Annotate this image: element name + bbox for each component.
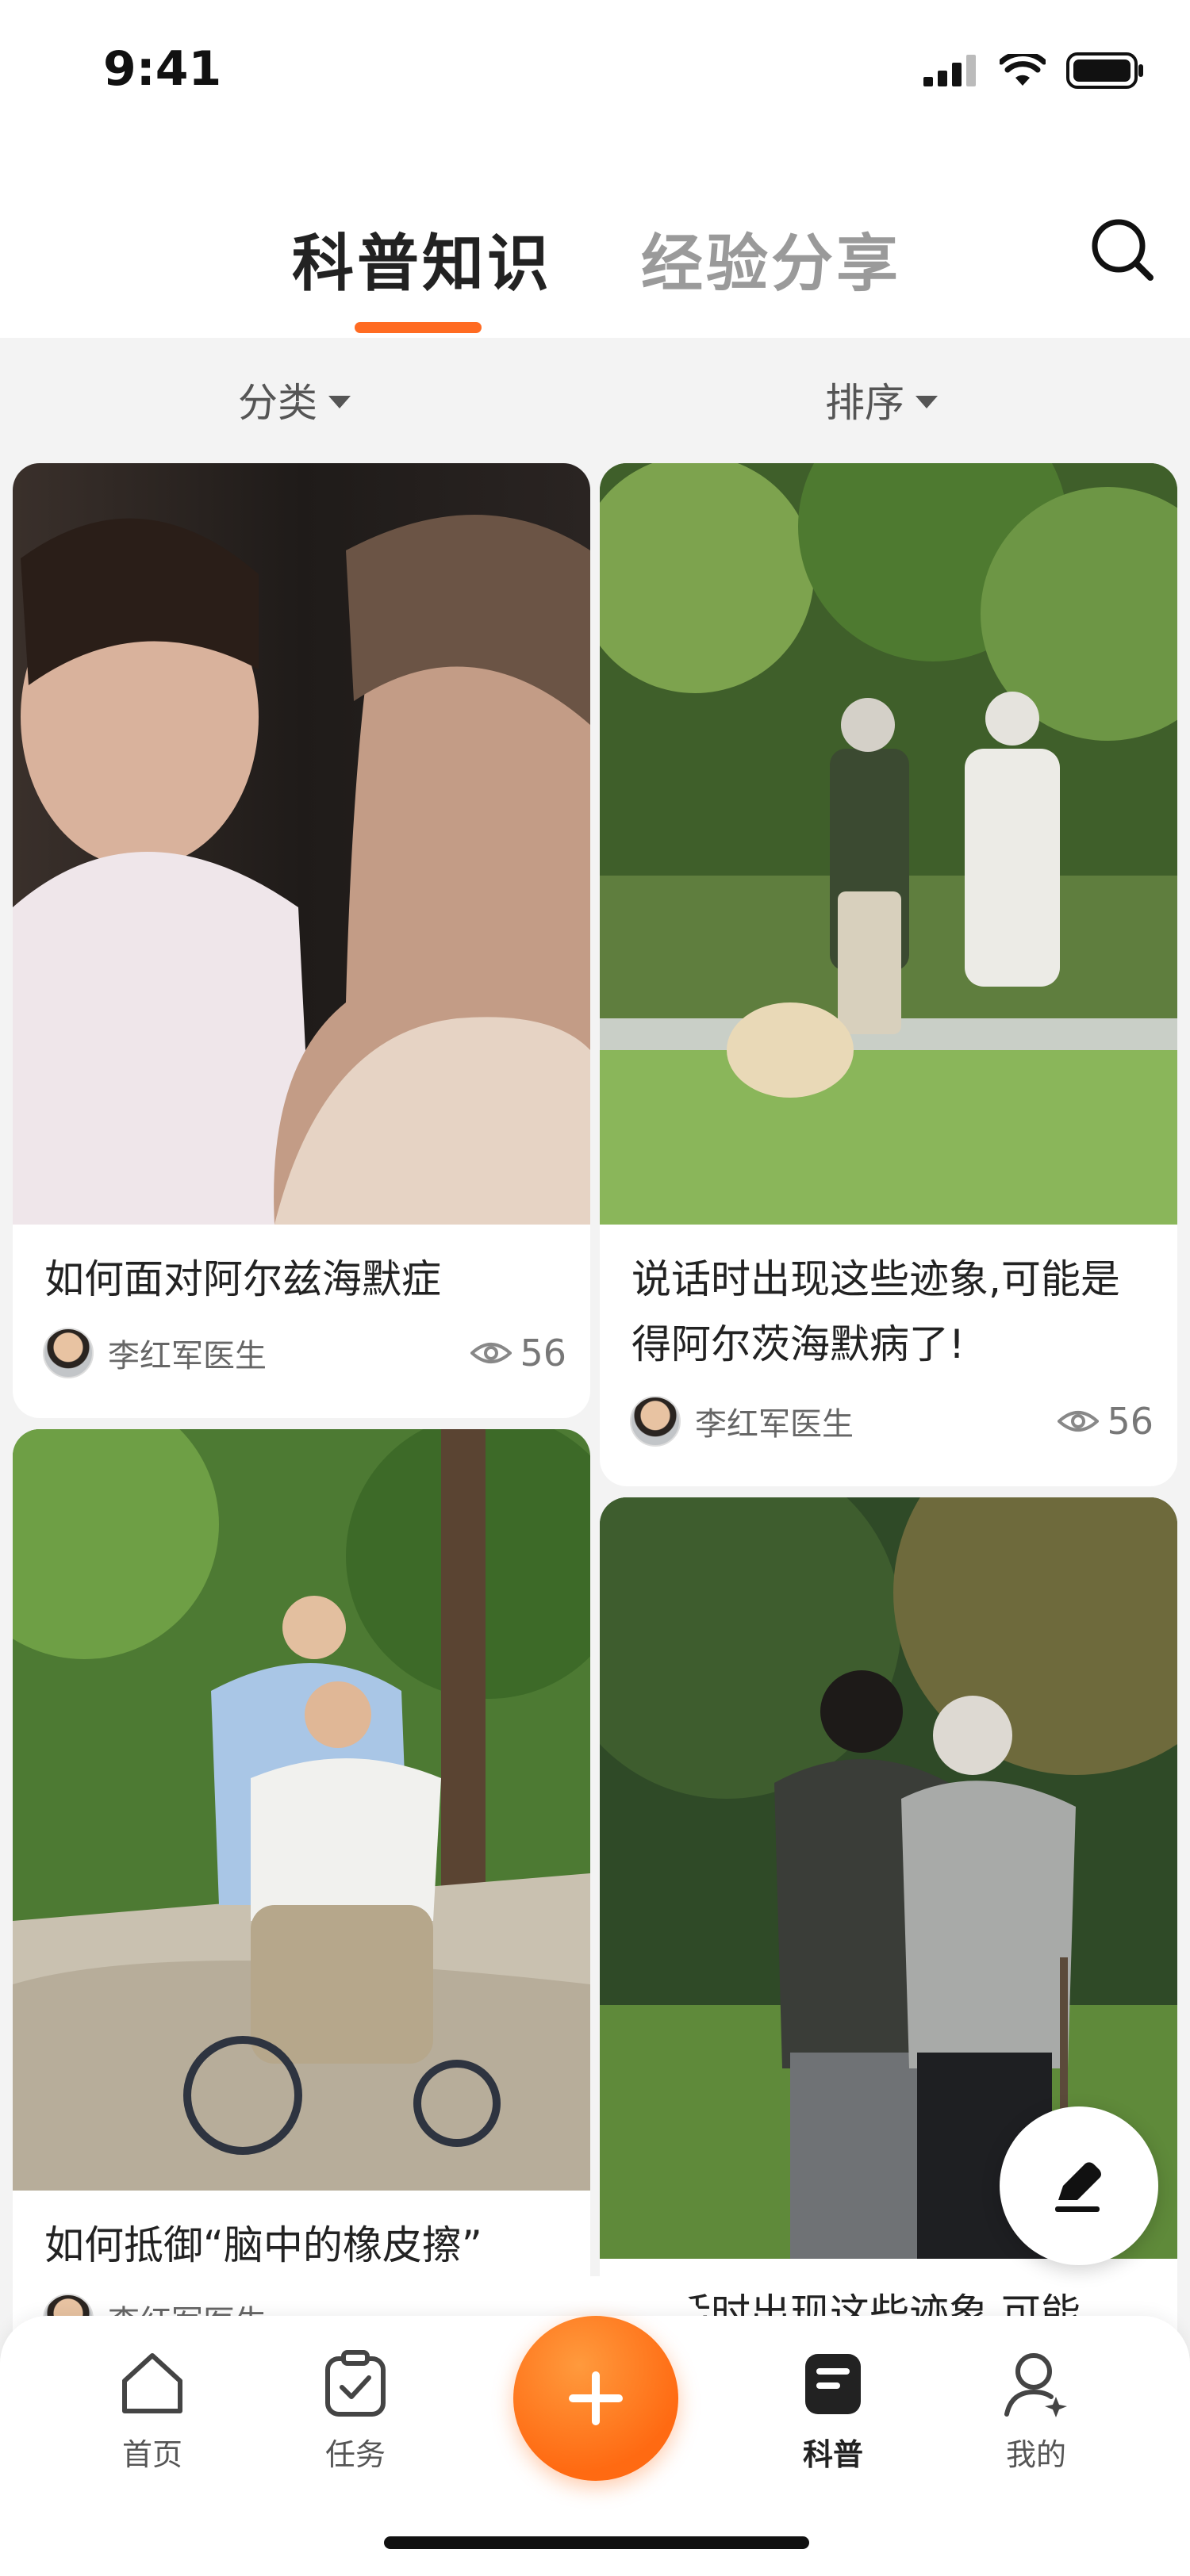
eye-icon bbox=[1058, 1411, 1100, 1432]
author-avatar bbox=[630, 1396, 681, 1447]
author-name: 李红军医生 bbox=[108, 1338, 267, 1374]
author-name: 李红军医生 bbox=[695, 1406, 854, 1443]
article-meta: 李红军医生 56 bbox=[43, 1328, 566, 1378]
top-tabs: 科普知识 经验分享 bbox=[0, 143, 1190, 338]
user-icon bbox=[1004, 2353, 1067, 2417]
view-count: 56 bbox=[1058, 1400, 1154, 1443]
article-title: 如何面对阿尔兹海默症 bbox=[44, 1256, 441, 1302]
article-image bbox=[13, 463, 590, 1225]
view-count-value: 56 bbox=[1107, 1400, 1154, 1443]
status-bar: 9:41 bbox=[0, 0, 1190, 143]
category-filter[interactable]: 分类 bbox=[238, 371, 351, 428]
nav-mine[interactable]: 我的 bbox=[973, 2348, 1100, 2474]
article-title: 如何抵御“脑中的橡皮擦” bbox=[44, 2222, 482, 2268]
tab-science-knowledge[interactable]: 科普知识 bbox=[292, 214, 552, 303]
nav-science-label: 科普 bbox=[802, 2437, 863, 2472]
nav-home-label: 首页 bbox=[121, 2437, 182, 2472]
status-icons bbox=[923, 52, 1146, 89]
nav-task-label: 任务 bbox=[324, 2437, 386, 2472]
author-avatar bbox=[43, 1328, 94, 1378]
home-icon bbox=[122, 2353, 182, 2413]
view-count: 56 bbox=[470, 1332, 566, 1374]
article-meta: 李红军医生 56 bbox=[630, 1396, 1154, 1447]
plus-icon bbox=[569, 2371, 623, 2425]
caret-down-icon bbox=[916, 396, 938, 408]
sort-filter[interactable]: 排序 bbox=[825, 371, 938, 428]
write-post-button[interactable] bbox=[1000, 2106, 1158, 2265]
article-image bbox=[600, 463, 1177, 1225]
article-card[interactable]: 如何抵御“脑中的橡皮擦” 李红军医生 bbox=[13, 1429, 590, 2381]
home-indicator bbox=[384, 2536, 809, 2549]
tab-experience-sharing[interactable]: 经验分享 bbox=[641, 214, 901, 303]
signal-icon bbox=[923, 55, 976, 86]
status-time: 9:41 bbox=[103, 41, 222, 97]
article-title: 说话时出现这些迹象,可能是得阿尔茨海默病了! bbox=[631, 1256, 1120, 1367]
eye-icon bbox=[470, 1343, 512, 1363]
nav-home[interactable]: 首页 bbox=[89, 2348, 216, 2474]
category-filter-label: 分类 bbox=[238, 380, 317, 426]
view-count-value: 56 bbox=[520, 1332, 566, 1374]
wifi-icon bbox=[1000, 54, 1046, 86]
search-icon bbox=[1092, 219, 1154, 281]
search-button[interactable] bbox=[1087, 214, 1158, 286]
nav-science[interactable]: 科普 bbox=[770, 2348, 896, 2474]
article-image bbox=[13, 1429, 590, 2191]
nav-mine-label: 我的 bbox=[1005, 2437, 1066, 2472]
article-card[interactable]: 说话时出现这些迹象,可能是得阿尔茨海默病了! 李红军医生 56 bbox=[600, 463, 1177, 1486]
task-icon bbox=[325, 2350, 386, 2417]
caret-down-icon bbox=[328, 396, 351, 408]
nav-task[interactable]: 任务 bbox=[292, 2348, 419, 2474]
add-button[interactable] bbox=[513, 2316, 678, 2481]
article-card[interactable]: 如何面对阿尔兹海默症 李红军医生 56 bbox=[13, 463, 590, 1418]
battery-icon bbox=[1066, 52, 1143, 89]
filter-row: 分类 排序 bbox=[0, 338, 1190, 465]
pen-icon bbox=[1055, 2162, 1101, 2212]
sort-filter-label: 排序 bbox=[825, 380, 904, 426]
article-icon bbox=[805, 2354, 861, 2414]
active-tab-indicator bbox=[355, 322, 482, 333]
